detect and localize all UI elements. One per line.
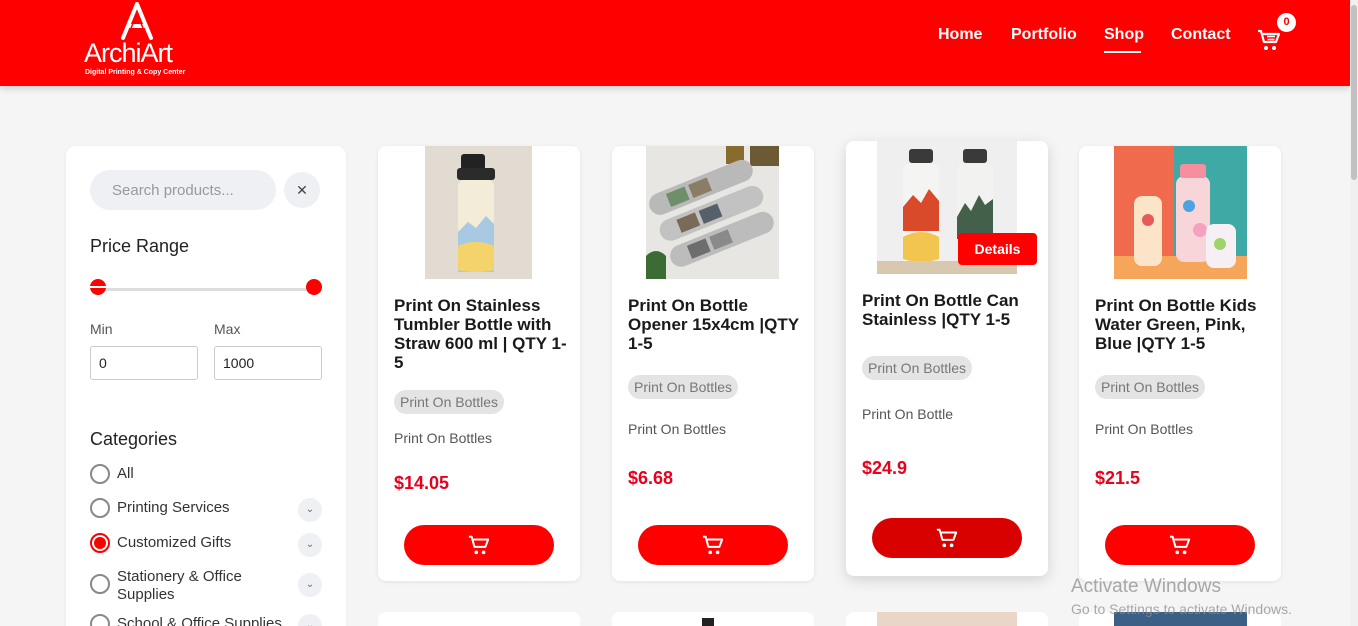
add-to-cart-button[interactable] [1105, 525, 1255, 565]
category-badge: Print On Bottles [1095, 375, 1206, 399]
radio-button[interactable] [90, 614, 110, 626]
category-label: School & Office Supplies [117, 615, 282, 626]
logo-a-icon [121, 2, 153, 40]
add-to-cart-button[interactable] [404, 525, 554, 565]
close-icon: ✕ [296, 182, 308, 198]
category-badge: Print On Bottles [862, 356, 973, 380]
category-badge: Print On Bottles [628, 375, 739, 399]
product-title[interactable]: Print On Stainless Tumbler Bottle with S… [394, 296, 570, 372]
max-label: Max [214, 321, 241, 337]
product-card[interactable]: Print On Stainless Tumbler Bottle with S… [378, 146, 580, 581]
filter-sidebar: ✕ Price Range Min Max Categories All Pri… [66, 146, 346, 626]
categories-heading: Categories [90, 429, 178, 449]
category-label: All [117, 465, 134, 482]
bottle-opener-image[interactable] [646, 146, 779, 279]
site-header: ArchiArt Digital Printing & Copy Center … [0, 0, 1350, 86]
tumbler-bottle-image[interactable] [425, 146, 532, 279]
activate-windows-watermark: Activate Windows Go to Settings to activ… [1071, 576, 1292, 617]
page-scrollbar[interactable] [1350, 0, 1358, 626]
category-label: Customized Gifts [117, 534, 232, 551]
product-price: $24.9 [862, 458, 908, 478]
min-label: Min [90, 321, 113, 337]
product-card-hovered[interactable]: Details Print On Bottle Can Stainless |Q… [846, 141, 1048, 576]
brand-name: ArchiArt [84, 38, 173, 68]
category-label: Stationery & Office Supplies [117, 568, 242, 603]
category-school-office[interactable]: School & Office Supplies ⌄ [90, 614, 330, 626]
product-title[interactable]: Print On Bottle Can Stainless |QTY 1-5 [862, 291, 1038, 329]
product-card[interactable]: Print On Bottle Opener 15x4cm |QTY 1-5 P… [612, 146, 814, 581]
product-card[interactable]: Print On Bottle Kids Water Green, Pink, … [1079, 146, 1281, 581]
price-range-heading: Price Range [90, 236, 190, 256]
search-input[interactable] [90, 170, 276, 210]
radio-button-checked[interactable] [90, 533, 110, 553]
price-range-max-handle[interactable] [306, 279, 322, 295]
cart-count-badge: 0 [1277, 13, 1296, 32]
scrollbar-thumb[interactable] [1351, 5, 1357, 180]
category-stationery-office[interactable]: Stationery & Office Supplies ⌄ [90, 568, 330, 614]
nav-portfolio[interactable]: Portfolio [1011, 26, 1077, 44]
cart-icon [936, 528, 958, 548]
cart-icon [468, 535, 490, 555]
add-to-cart-button[interactable] [872, 518, 1022, 558]
max-price-input[interactable] [214, 346, 322, 380]
brand-tagline: Digital Printing & Copy Center [85, 69, 186, 76]
product-card[interactable] [846, 612, 1048, 626]
product-price: $14.05 [394, 473, 450, 493]
nav-active-underline [1104, 51, 1141, 53]
cart-icon [702, 535, 724, 555]
kids-bottles-image[interactable] [1114, 146, 1247, 279]
nav-shop[interactable]: Shop [1104, 26, 1144, 44]
nav-home[interactable]: Home [938, 26, 982, 44]
watermark-subtitle: Go to Settings to activate Windows. [1071, 601, 1292, 617]
product-price: $6.68 [628, 468, 674, 488]
product-price: $21.5 [1095, 468, 1141, 488]
category-badge: Print On Bottles [394, 390, 505, 414]
details-button[interactable]: Details [958, 233, 1037, 265]
cart-icon [1169, 535, 1191, 555]
add-to-cart-button[interactable] [638, 525, 788, 565]
price-range-track [98, 288, 314, 291]
category-printing-services[interactable]: Printing Services ⌄ [90, 498, 330, 522]
product-category: Print On Bottles [394, 430, 493, 446]
category-label: Printing Services [117, 499, 230, 516]
product-title[interactable]: Print On Bottle Kids Water Green, Pink, … [1095, 296, 1271, 353]
category-all[interactable]: All [90, 464, 330, 488]
brand-logo[interactable]: ArchiArt Digital Printing & Copy Center [84, 2, 190, 80]
chevron-down-icon[interactable]: ⌄ [298, 533, 322, 557]
clear-search-button[interactable]: ✕ [284, 172, 320, 208]
min-price-input[interactable] [90, 346, 198, 380]
category-customized-gifts[interactable]: Customized Gifts ⌄ [90, 533, 330, 557]
radio-button[interactable] [90, 498, 110, 518]
chevron-down-icon[interactable]: ⌄ [298, 614, 322, 626]
product-image [702, 618, 714, 626]
product-title[interactable]: Print On Bottle Opener 15x4cm |QTY 1-5 [628, 296, 804, 353]
chevron-down-icon[interactable]: ⌄ [298, 498, 322, 522]
cart-icon[interactable] [1257, 28, 1281, 52]
watermark-title: Activate Windows [1071, 576, 1221, 597]
product-category: Print On Bottles [628, 421, 727, 437]
radio-button[interactable] [90, 464, 110, 484]
product-card[interactable] [612, 612, 814, 626]
product-category: Print On Bottles [1095, 421, 1194, 437]
product-image [877, 612, 1017, 626]
price-range-min-handle[interactable] [90, 279, 106, 295]
chevron-down-icon[interactable]: ⌄ [298, 573, 322, 597]
radio-button[interactable] [90, 574, 110, 594]
product-card[interactable] [378, 612, 580, 626]
nav-contact[interactable]: Contact [1171, 26, 1231, 44]
product-category: Print On Bottle [862, 406, 954, 422]
